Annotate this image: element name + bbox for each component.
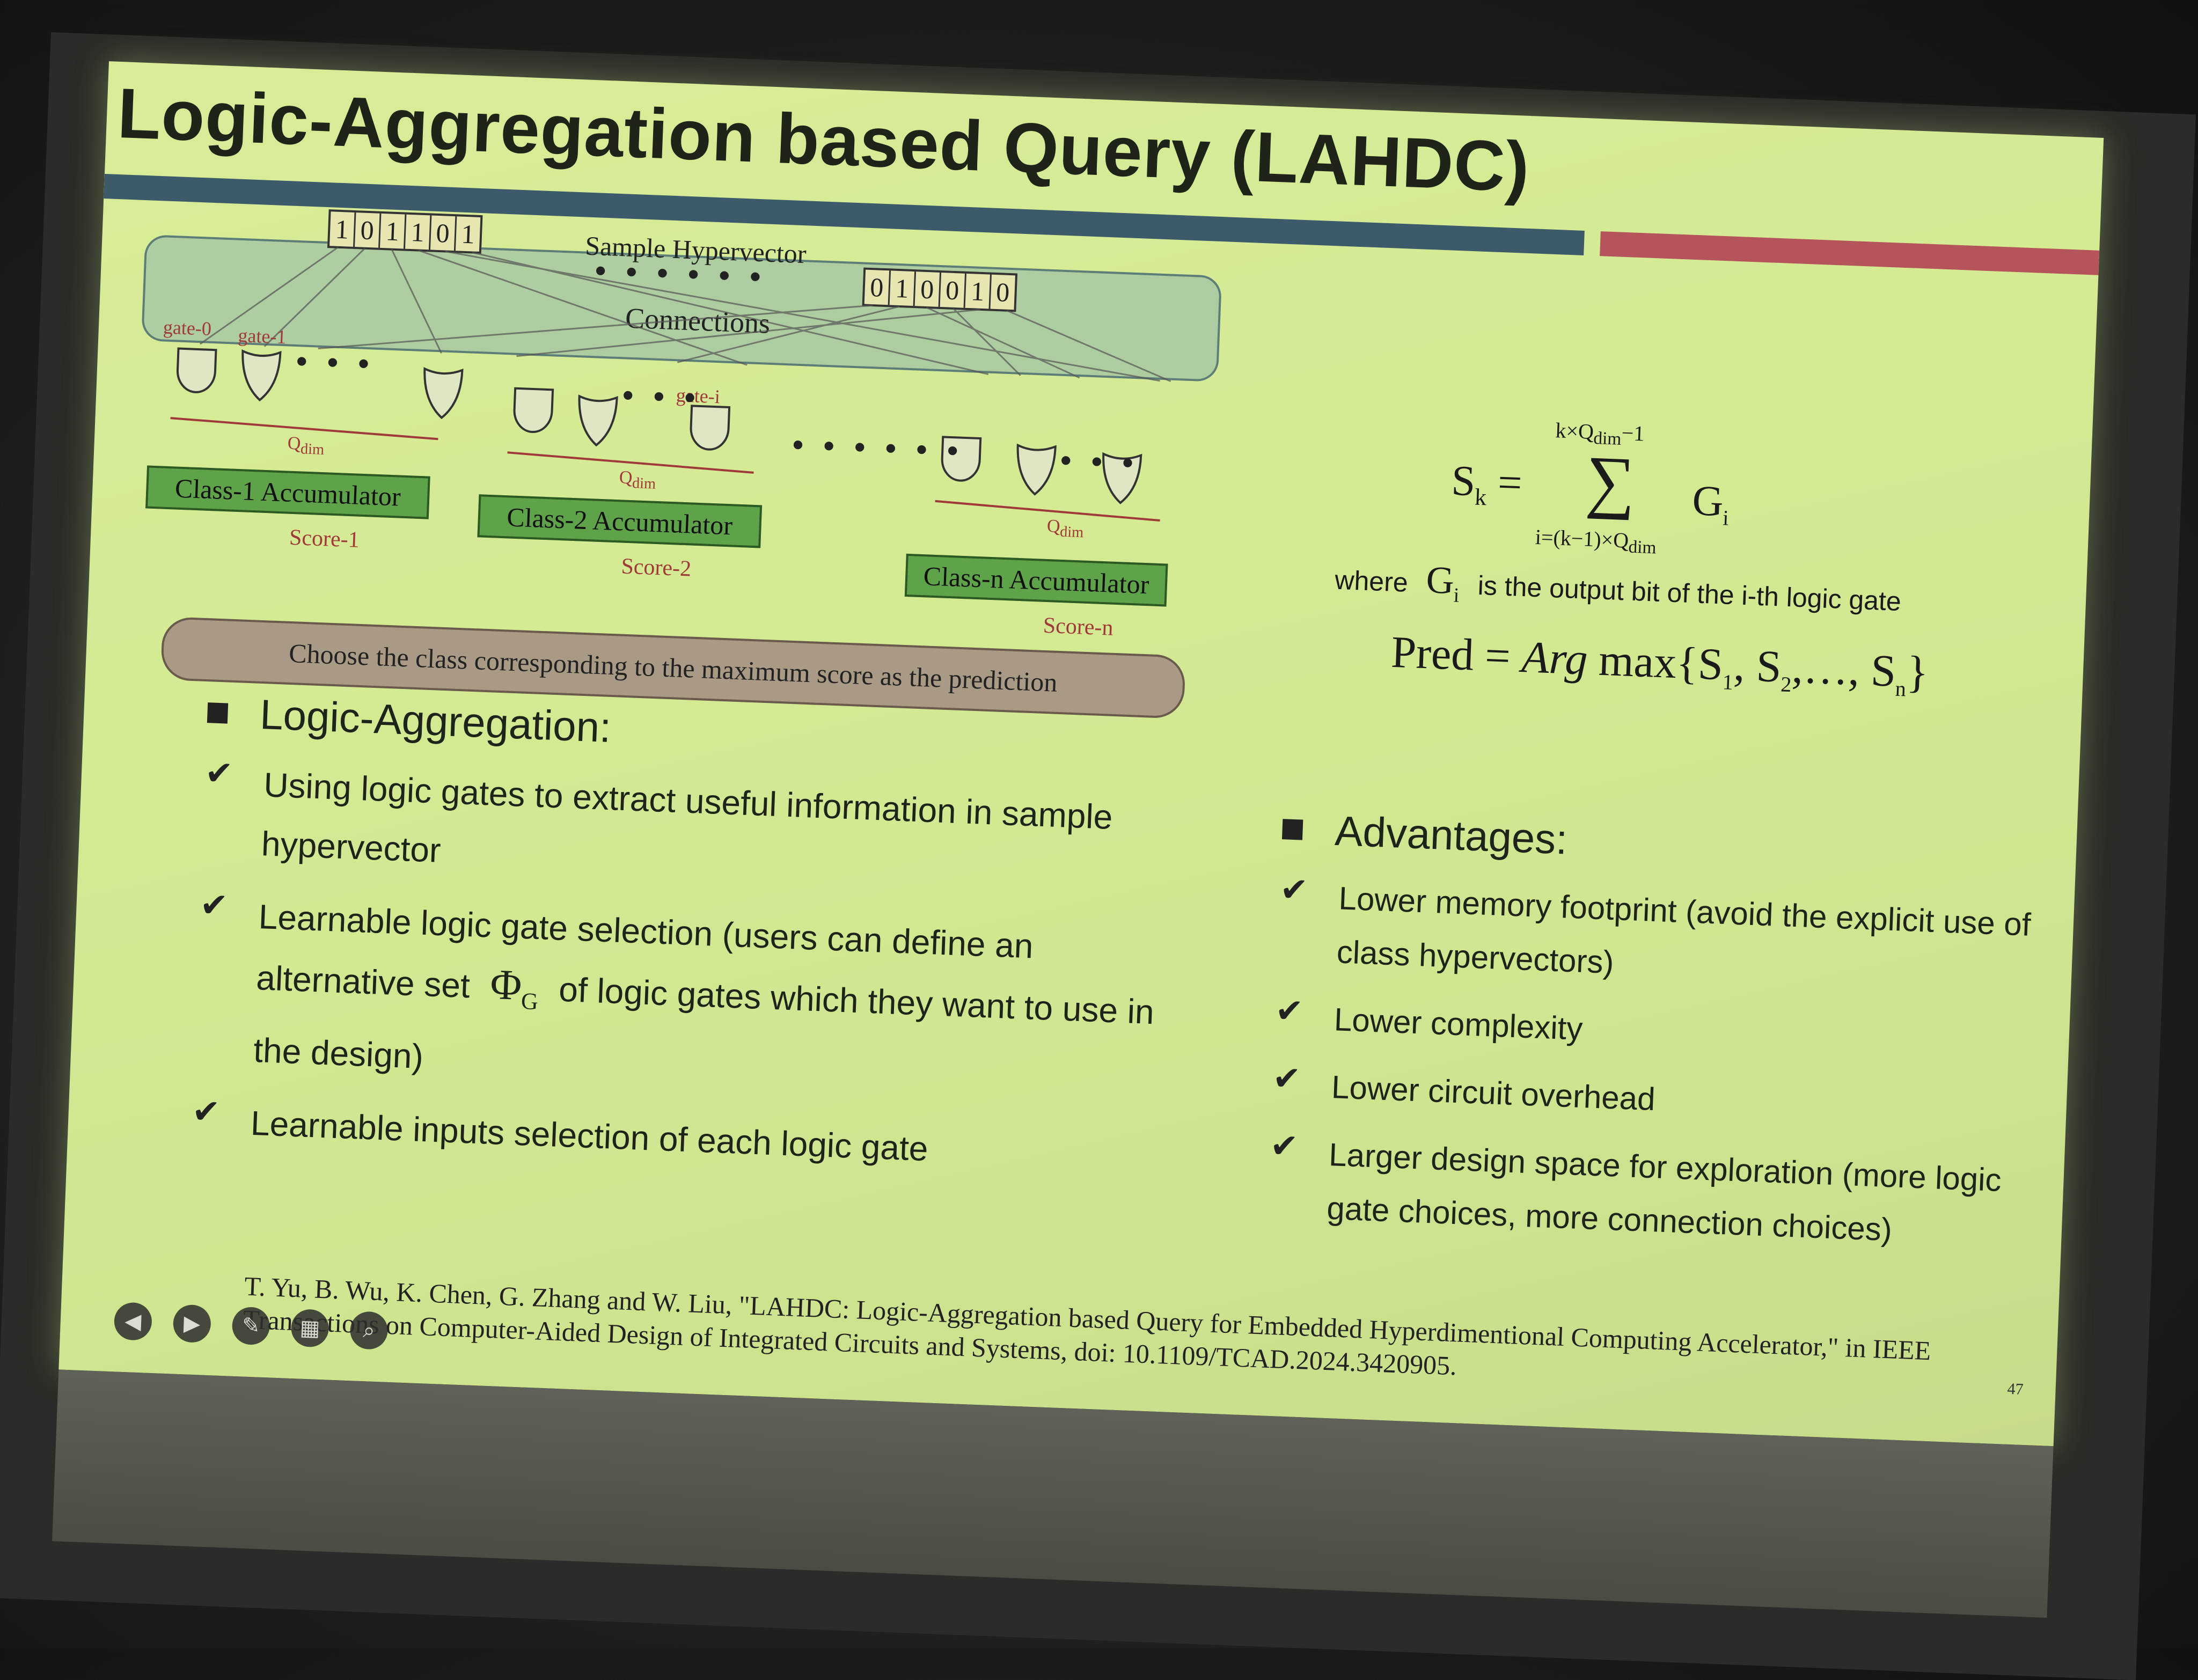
checkmark-icon: ✔ (204, 754, 234, 793)
and-gate-icon (513, 387, 554, 433)
or-gate-icon (1016, 443, 1057, 496)
score-1-label: Score-1 (289, 525, 360, 553)
gate-1-label: gate-1 (237, 324, 287, 348)
advantages-section: Advantages: ✔ Lower memory footprint (av… (1266, 804, 2045, 1276)
logic-aggregation-section: Logic-Aggregation: ✔ Using logic gates t… (190, 688, 1174, 1201)
checkmark-icon: ✔ (1272, 1059, 1302, 1098)
phi-symbol: ΦG (489, 960, 539, 1015)
pred-formula: Pred = Arg max{S1, S2,…, Sn} (1390, 627, 1930, 701)
zoom-icon[interactable]: ⌕ (349, 1311, 389, 1350)
list-item: ✔ Using logic gates to extract useful in… (201, 753, 1171, 908)
list-item: ✔ Lower memory footprint (avoid the expl… (1277, 869, 2042, 1006)
list-item: ✔ Lower complexity (1274, 991, 2038, 1073)
score-2-label: Score-2 (620, 554, 692, 582)
advantages-heading: Advantages: (1334, 806, 1569, 863)
qdim-label: Qdim (287, 433, 325, 458)
ellipsis: • • • (621, 377, 702, 416)
qdim-label: Qdim (619, 467, 656, 493)
gi-term: Gi (1691, 477, 1730, 530)
sum-lower-limit: i=(k−1)×Qdim (1535, 524, 1657, 558)
projection-screen: Logic-Aggregation based Query (LAHDC) 1 … (0, 32, 2196, 1680)
sk-formula: Sk = (1450, 457, 1523, 511)
page-number: 47 (2006, 1380, 2024, 1398)
play-icon[interactable]: ▶ (172, 1304, 212, 1344)
reference-citation: T. Yu, B. Wu, K. Chen, G. Zhang and W. L… (243, 1271, 1932, 1381)
checkmark-icon: ✔ (1279, 871, 1309, 909)
checkmark-icon: ✔ (191, 1092, 221, 1131)
ellipsis: • • • • • • (792, 426, 964, 469)
slide: Logic-Aggregation based Query (LAHDC) 1 … (58, 61, 2104, 1447)
list-item: ✔ Lower circuit overhead (1271, 1058, 2035, 1141)
sum-icon: ∑ (1584, 442, 1637, 521)
gi-definition: where Gi is the output bit of the i-th l… (1334, 558, 1902, 617)
or-gate-icon (578, 394, 618, 447)
qdim-label: Qdim (1046, 516, 1084, 541)
pen-icon[interactable]: ✎ (231, 1306, 271, 1346)
bullet-square-icon (1281, 818, 1303, 840)
and-gate-icon (177, 347, 217, 393)
lahdc-architecture-figure: 1 0 1 1 0 1 Sample Hypervector 0 1 0 0 1… (128, 202, 1272, 728)
checkmark-icon: ✔ (1274, 992, 1304, 1030)
or-gate-icon (423, 367, 464, 420)
or-gate-icon (241, 349, 282, 402)
list-item: ✔ Larger design space for exploration (m… (1267, 1126, 2033, 1262)
title-bar-red (1600, 231, 2100, 275)
slides-icon[interactable]: ▦ (290, 1308, 329, 1348)
ellipsis: • • • (1059, 442, 1140, 481)
checkmark-icon: ✔ (199, 886, 229, 925)
checkmark-icon: ✔ (1269, 1127, 1299, 1165)
bullet-square-icon (207, 702, 229, 724)
ellipsis: • • • (295, 343, 376, 382)
gate-0-label: gate-0 (163, 316, 212, 340)
back-icon[interactable]: ◀ (113, 1302, 153, 1341)
list-item: ✔ Learnable logic gate selection (users … (193, 885, 1166, 1114)
score-n-label: Score-n (1043, 613, 1114, 641)
